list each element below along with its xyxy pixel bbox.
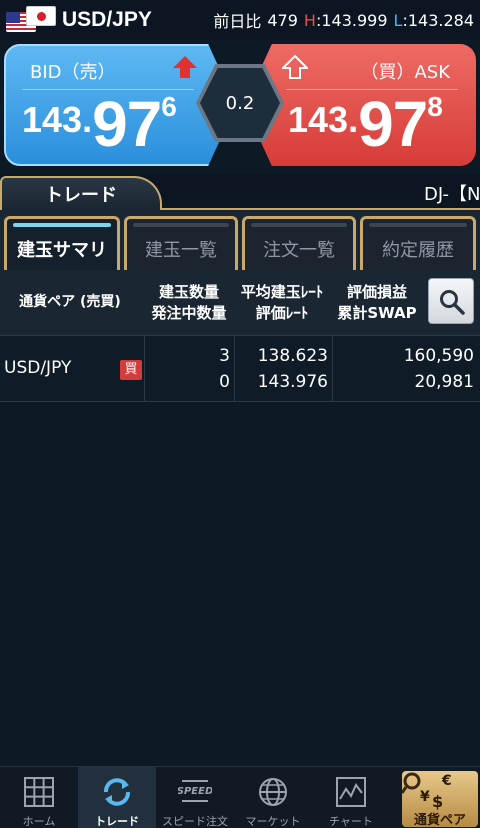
col-pl: 評価損益 累計SWAP [337, 283, 417, 322]
daily-stats: 前日比 479 H:143.999 L:143.284 [213, 8, 474, 32]
svg-text:¥: ¥ [420, 789, 430, 805]
currency-pair-button[interactable]: € ¥ $ 通貨ペア [402, 771, 478, 828]
nav-speed-order[interactable]: SPEED スピード注文 [156, 767, 234, 828]
tab-order-list[interactable]: 注文一覧 [242, 216, 356, 270]
arrow-up-icon [173, 56, 197, 78]
subtab-bar: 建玉サマリ 建玉一覧 注文一覧 約定履歴 [0, 210, 480, 270]
globe-icon [259, 778, 287, 806]
position-qty: 3 [219, 346, 230, 366]
col-rate: 平均建玉ﾚｰﾄ 評価ﾚｰﾄ [240, 283, 324, 322]
high-value: 143.999 [321, 10, 388, 30]
tab-position-list[interactable]: 建玉一覧 [124, 216, 238, 270]
currency-search-icon: € ¥ $ [402, 772, 452, 811]
search-button[interactable] [428, 278, 474, 324]
svg-text:SPEED: SPEED [178, 786, 212, 797]
row-pair: USD/JPY [4, 358, 72, 378]
nav-market[interactable]: マーケット [234, 767, 312, 828]
nav-trade[interactable]: トレード [78, 767, 156, 828]
low-value: 143.284 [407, 10, 474, 30]
change-value: 479 [267, 10, 298, 30]
header: USD/JPY 前日比 479 H:143.999 L:143.284 [0, 0, 480, 40]
speed-icon: SPEED [178, 780, 212, 802]
table-header: 通貨ペア (売買) 建玉数量 発注中数量 平均建玉ﾚｰﾄ 評価ﾚｰﾄ 評価損益 累計S… [0, 270, 480, 336]
trade-section-tab[interactable]: トレード [0, 176, 162, 210]
ask-price: 143.978 [288, 88, 443, 160]
chart-icon [336, 777, 366, 807]
japan-flag-icon [26, 6, 56, 26]
arrow-up-outline-icon [282, 54, 308, 79]
refresh-icon [104, 778, 130, 806]
currency-pair-title[interactable]: USD/JPY [62, 8, 152, 32]
svg-text:€: € [441, 773, 452, 789]
low-label: L [393, 10, 403, 30]
tab-position-summary[interactable]: 建玉サマリ [4, 216, 120, 270]
bid-price: 143.976 [22, 88, 177, 160]
news-ticker[interactable]: DJ-【N [424, 180, 480, 206]
price-panel: BID（売） 143.976 （買）ASK 143.978 0.2 [0, 40, 480, 174]
pending-qty: 0 [219, 372, 230, 392]
search-icon [440, 290, 465, 315]
bid-label: BID（売） [30, 62, 116, 83]
nav-home[interactable]: ホーム [0, 767, 78, 828]
high-label: H [303, 10, 316, 30]
currency-flags [0, 0, 56, 40]
table-row[interactable]: USD/JPY 買 3 0 138.623 143.976 160,590 20… [0, 336, 480, 402]
buy-badge: 買 [120, 360, 142, 380]
ask-label: （買）ASK [360, 62, 450, 83]
grid-icon [24, 777, 54, 807]
change-label: 前日比 [213, 12, 262, 31]
tab-execution-history[interactable]: 約定履歴 [360, 216, 476, 270]
swap-total: 20,981 [414, 372, 474, 392]
eval-rate: 143.976 [257, 372, 328, 392]
bottom-nav: ホーム トレード SPEED スピード注文 マーケット チャート € ¥ $ 通… [0, 766, 480, 828]
section-bar: トレード DJ-【N [0, 174, 480, 210]
avg-rate: 138.623 [257, 346, 328, 366]
col-qty: 建玉数量 発注中数量 [151, 283, 227, 322]
eval-pl: 160,590 [403, 346, 474, 366]
currency-pair-label: 通貨ペア [413, 813, 466, 828]
col-pair: 通貨ペア (売買) [19, 294, 121, 310]
nav-chart[interactable]: チャート [312, 767, 390, 828]
